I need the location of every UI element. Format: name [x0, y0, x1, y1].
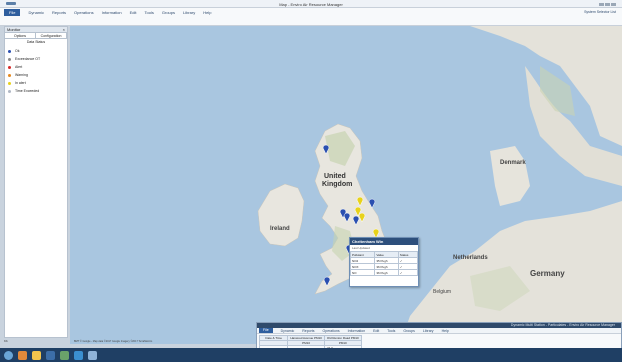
menu-item-reports[interactable]: Reports [302, 329, 314, 333]
close-icon[interactable] [611, 3, 616, 6]
popup-title: Cheltenham Win [350, 238, 418, 245]
map-canvas[interactable]: United Kingdom Ireland Denmark Netherlan… [70, 26, 622, 344]
map-credit: BMT © Google - Map data ©2017 Google Ima… [74, 340, 153, 343]
title-bar: Map - Enviro Air Resource Manager [0, 0, 622, 8]
second-file-menu-button[interactable]: File [259, 328, 273, 333]
app-icon[interactable] [88, 351, 97, 360]
menu-item-groups[interactable]: Groups [403, 329, 414, 333]
popup-table: Pollutant Value Status NO2 35 Pugh ✓ NOX… [349, 251, 419, 276]
menu-item-edit[interactable]: Edit [130, 10, 137, 15]
tab-configuration[interactable]: Configuration [36, 33, 67, 38]
menu-item-operations[interactable]: Operations [323, 329, 340, 333]
system-selector-link[interactable]: System Selector List [584, 10, 616, 14]
menu-item-operations[interactable]: Operations [74, 10, 94, 15]
data-status-title: Data Status [26, 40, 46, 44]
table-header-row: Date & Time Harwood Avenue PM10 Old Rent… [258, 335, 362, 341]
legend-item-alert[interactable]: Alert [5, 63, 67, 71]
folder-icon[interactable] [32, 351, 41, 360]
menu-item-dynamic[interactable]: Dynamic [28, 10, 44, 15]
status-left: Kb [4, 339, 8, 343]
monitor-sidebar: Monitor × Options Configuration Data Sta… [4, 26, 68, 338]
map-app-icon[interactable] [60, 351, 69, 360]
taskbar [0, 348, 622, 362]
legend-item-exceedance[interactable]: Exceedance OT [5, 55, 67, 63]
menu-item-library[interactable]: Library [423, 329, 434, 333]
status-dot-icon [8, 65, 11, 69]
ireland-landmass [257, 183, 305, 247]
menu-bar: File Dynamic Reports Operations Informat… [0, 8, 622, 16]
maximize-icon[interactable] [605, 3, 610, 6]
menu-item-groups[interactable]: Groups [162, 10, 175, 15]
menu-item-edit[interactable]: Edit [373, 329, 379, 333]
file-menu-button[interactable]: File [4, 8, 21, 16]
label-kingdom: Kingdom [322, 181, 352, 188]
ribbon: File Dynamic Reports Operations Informat… [0, 8, 622, 26]
label-belgium: Belgium [433, 289, 451, 295]
label-germany: Germany [530, 269, 565, 278]
menu-item-dynamic[interactable]: Dynamic [281, 329, 295, 333]
label-united: United [324, 173, 346, 180]
menu-item-reports[interactable]: Reports [52, 10, 66, 15]
second-menu-bar: File Dynamic Reports Operations Informat… [257, 328, 621, 334]
station-popup[interactable]: Cheltenham Win Last Updated Pollutant Va… [349, 237, 419, 287]
legend-item-ok[interactable]: Ok [5, 47, 67, 55]
column-header[interactable]: Old Renton Road PM10 [323, 335, 362, 341]
sidebar-title: Monitor [7, 27, 21, 32]
status-dot-icon [8, 57, 11, 61]
table-row: NO 36 Pugh ✓ [349, 269, 419, 276]
close-icon[interactable]: × [63, 27, 65, 33]
app-icon[interactable] [74, 351, 83, 360]
map-view[interactable]: United Kingdom Ireland Denmark Netherlan… [70, 26, 622, 344]
minimize-icon[interactable] [599, 3, 604, 6]
menu-item-help[interactable]: Help [203, 10, 211, 15]
status-dot-icon [8, 81, 11, 85]
label-denmark: Denmark [500, 160, 526, 166]
status-dot-icon [8, 49, 11, 53]
window-controls[interactable] [598, 2, 618, 6]
menu-item-library[interactable]: Library [183, 10, 195, 15]
menu-item-tools[interactable]: Tools [387, 329, 395, 333]
column-header[interactable]: Harwood Avenue PM10 [287, 335, 325, 341]
menu-item-help[interactable]: Help [442, 329, 449, 333]
menu-item-information[interactable]: Information [348, 329, 366, 333]
legend-item-in-alert[interactable]: In alert [5, 79, 67, 87]
browser-icon[interactable] [18, 351, 27, 360]
legend-item-warning[interactable]: Warning [5, 71, 67, 79]
window-title: Map - Enviro Air Resource Manager [279, 1, 343, 7]
label-netherlands: Netherlands [453, 255, 488, 261]
start-button-icon[interactable] [4, 351, 13, 360]
label-ireland: Ireland [270, 226, 290, 232]
app-icon[interactable] [46, 351, 55, 360]
status-dot-icon [8, 89, 11, 93]
sidebar-header: Monitor × [5, 27, 67, 33]
menu-item-tools[interactable]: Tools [145, 10, 154, 15]
legend-item-time-exceeded[interactable]: Time Exceeded [5, 87, 67, 95]
tab-options[interactable]: Options [5, 33, 36, 38]
menu-item-information[interactable]: Information [102, 10, 122, 15]
status-dot-icon [8, 73, 11, 77]
denmark-landmass [490, 146, 530, 206]
